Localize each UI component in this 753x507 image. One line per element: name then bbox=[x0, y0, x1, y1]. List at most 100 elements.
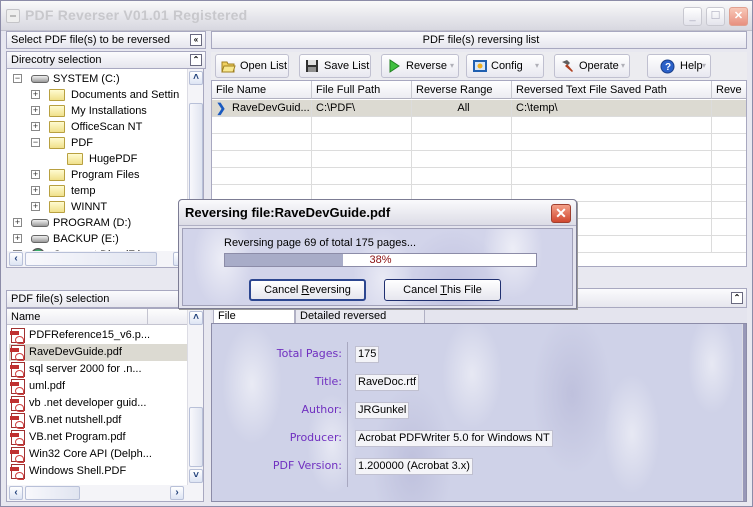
tree-node[interactable]: − SYSTEM (C:) bbox=[7, 71, 187, 87]
cell-value: C:\temp\ bbox=[516, 102, 558, 114]
pdf-file-list[interactable]: Name PDFReference15_v6.p... RaveDevGuide.… bbox=[6, 308, 204, 502]
expand-icon[interactable]: + bbox=[31, 170, 40, 179]
scroll-left-icon[interactable]: ‹ bbox=[9, 252, 23, 266]
file-list-item[interactable]: vb .net developer guid... bbox=[9, 395, 189, 412]
tab-detailed-results[interactable]: Detailed reversed results bbox=[295, 308, 425, 337]
close-button[interactable]: ✕ bbox=[729, 7, 748, 26]
info-label: Total Pages: bbox=[276, 347, 342, 360]
directory-toggle-icon[interactable]: ⌃ bbox=[190, 54, 202, 66]
directory-tree[interactable]: − SYSTEM (C:) + Documents and Settin + My Ins… bbox=[6, 68, 204, 268]
file-selection-label: PDF file(s) selection bbox=[11, 293, 110, 305]
tree-node[interactable]: + My Installations bbox=[7, 103, 187, 119]
dialog-close-button[interactable]: ✕ bbox=[551, 204, 571, 223]
tab-file-information[interactable]: File information bbox=[213, 308, 295, 337]
operate-button[interactable]: Operate ▾ bbox=[554, 54, 630, 78]
collapse-icon[interactable]: − bbox=[13, 74, 22, 83]
cancel-reversing-button[interactable]: Cancel Reversing bbox=[249, 279, 366, 301]
collapse-icon[interactable]: − bbox=[31, 138, 40, 147]
table-row[interactable] bbox=[212, 117, 746, 134]
dropdown-arrow-icon[interactable]: ▾ bbox=[702, 55, 706, 77]
file-list-item[interactable]: uml.pdf bbox=[9, 378, 189, 395]
expand-icon[interactable]: + bbox=[13, 234, 22, 243]
column-header-blank[interactable] bbox=[147, 309, 187, 325]
system-menu-icon[interactable] bbox=[6, 9, 20, 23]
table-row[interactable] bbox=[212, 134, 746, 151]
file-list-item[interactable]: VB.net Program.pdf bbox=[9, 429, 189, 446]
table-cell bbox=[712, 151, 746, 168]
scroll-thumb[interactable] bbox=[189, 407, 203, 467]
dropdown-arrow-icon[interactable]: ▾ bbox=[535, 55, 539, 77]
tree-node[interactable]: + temp bbox=[7, 183, 187, 199]
column-header[interactable]: File Full Path bbox=[312, 81, 412, 99]
scroll-thumb-horizontal[interactable] bbox=[25, 486, 80, 500]
progress-status-text: Reversing page 69 of total 175 pages... bbox=[224, 237, 417, 249]
scroll-up-icon[interactable]: ˄ bbox=[189, 311, 203, 325]
config-button[interactable]: Config ▾ bbox=[466, 54, 544, 78]
pdf-file-icon bbox=[10, 447, 25, 463]
tree-node[interactable]: + PROGRAM (D:) bbox=[7, 215, 187, 231]
expand-icon[interactable]: + bbox=[31, 122, 40, 131]
dropdown-arrow-icon[interactable]: ▾ bbox=[450, 55, 454, 77]
column-header[interactable]: Reverse Range bbox=[412, 81, 512, 99]
file-list-item[interactable]: sql server 2000 for .n... bbox=[9, 361, 189, 378]
column-header[interactable]: Reversed Text File Saved Path bbox=[512, 81, 712, 99]
collapse-left-icon[interactable]: « bbox=[190, 34, 202, 46]
detail-toggle-icon[interactable]: ⌃ bbox=[731, 292, 743, 304]
table-row[interactable] bbox=[212, 151, 746, 168]
save-list-button[interactable]: Save List bbox=[299, 54, 371, 78]
scroll-thumb-horizontal[interactable] bbox=[25, 252, 157, 266]
info-value: 1.200000 (Acrobat 3.x) bbox=[355, 458, 473, 475]
file-list-item[interactable]: PDFReference15_v6.p... bbox=[9, 327, 189, 344]
table-row[interactable] bbox=[212, 168, 746, 185]
expand-icon[interactable]: + bbox=[31, 186, 40, 195]
file-list-item[interactable]: Win32 Core API (Delph... bbox=[9, 446, 189, 463]
tree-node[interactable]: + Documents and Settin bbox=[7, 87, 187, 103]
column-header[interactable]: File Name bbox=[212, 81, 312, 99]
tree-node[interactable]: + WINNT bbox=[7, 199, 187, 215]
expand-icon[interactable]: + bbox=[13, 218, 22, 227]
tree-node[interactable]: + BACKUP (E:) bbox=[7, 231, 187, 247]
scroll-down-icon[interactable]: ˅ bbox=[189, 469, 203, 483]
open-list-button[interactable]: Open List bbox=[215, 54, 289, 78]
tree-node[interactable]: − PDF bbox=[7, 135, 187, 151]
minimize-button[interactable]: _ bbox=[683, 7, 702, 26]
info-label: Title: bbox=[314, 375, 342, 388]
name-column-header[interactable]: Name bbox=[7, 309, 147, 325]
help-button[interactable]: ? Help ▾ bbox=[647, 54, 711, 78]
tree-node[interactable]: + Program Files bbox=[7, 167, 187, 183]
dropdown-arrow-icon[interactable]: ▾ bbox=[621, 55, 625, 77]
column-header[interactable]: Reve bbox=[712, 81, 746, 99]
folder-icon bbox=[49, 201, 65, 213]
scroll-thumb[interactable] bbox=[189, 103, 203, 213]
scroll-left-icon[interactable]: ‹ bbox=[9, 486, 23, 500]
table-cell: C:\temp\ bbox=[512, 100, 712, 117]
select-pdf-header: Select PDF file(s) to be reversed « bbox=[6, 31, 206, 49]
expand-icon[interactable]: + bbox=[31, 106, 40, 115]
pdf-file-icon bbox=[10, 345, 25, 361]
table-row[interactable]: ❯ RaveDevGuid... C:\PDF\ All C:\temp\ bbox=[212, 100, 746, 117]
cancel-this-file-button[interactable]: Cancel This File bbox=[384, 279, 501, 301]
scroll-right-icon[interactable]: › bbox=[170, 486, 184, 500]
reverse-button[interactable]: Reverse ▾ bbox=[381, 54, 459, 78]
file-name: VB.net Program.pdf bbox=[29, 431, 126, 443]
table-cell bbox=[412, 168, 512, 185]
file-list-item[interactable]: Windows Shell.PDF bbox=[9, 463, 189, 480]
current-row-arrow-icon: ❯ bbox=[216, 101, 227, 115]
file-list-item[interactable]: RaveDevGuide.pdf bbox=[9, 344, 189, 361]
maximize-button[interactable]: ☐ bbox=[706, 7, 725, 26]
tree-horizontal-scrollbar[interactable]: ‹› bbox=[7, 251, 203, 267]
scroll-up-icon[interactable]: ˄ bbox=[189, 71, 203, 85]
expand-icon[interactable]: + bbox=[31, 202, 40, 211]
file-list-vertical-scrollbar[interactable]: ˄ ˅ bbox=[187, 309, 203, 485]
file-list-horizontal-scrollbar[interactable]: ‹ › bbox=[7, 485, 203, 501]
tree-node[interactable]: + OfficeScan NT bbox=[7, 119, 187, 135]
directory-selection-header: Direcotry selection ⌃ bbox=[6, 51, 206, 69]
toolbar-button-label: Save List bbox=[324, 60, 370, 72]
table-cell bbox=[412, 134, 512, 151]
tree-node-label: temp bbox=[71, 185, 96, 197]
file-list-item[interactable]: VB.net nutshell.pdf bbox=[9, 412, 189, 429]
tree-node[interactable]: HugePDF bbox=[7, 151, 187, 167]
table-cell bbox=[712, 117, 746, 134]
expand-icon[interactable]: + bbox=[31, 90, 40, 99]
drive-icon bbox=[31, 219, 49, 227]
